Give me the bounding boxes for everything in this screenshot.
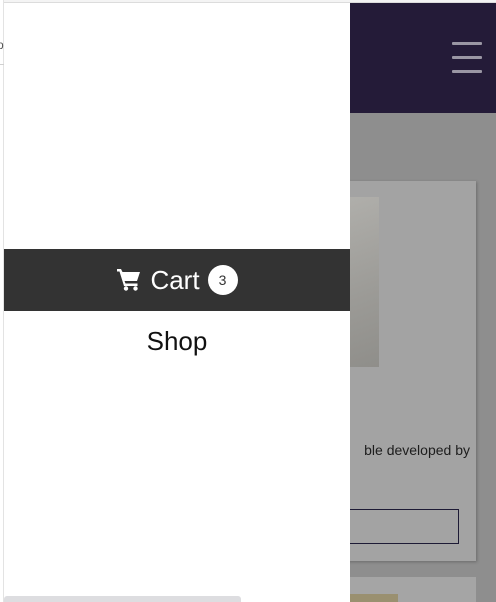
cart-count-badge: 3 [207, 265, 238, 295]
shopping-cart-icon [117, 269, 141, 291]
horizontal-scrollbar[interactable] [4, 596, 241, 602]
cart-label: Cart [150, 265, 200, 295]
viewport: ble developed by p Cart 3 Shop [0, 0, 496, 602]
side-drawer: Cart 3 Shop [4, 3, 350, 602]
shop-link[interactable]: Shop [4, 325, 350, 357]
cart-link[interactable]: Cart 3 [4, 249, 350, 311]
hamburger-menu-icon[interactable] [450, 40, 484, 76]
